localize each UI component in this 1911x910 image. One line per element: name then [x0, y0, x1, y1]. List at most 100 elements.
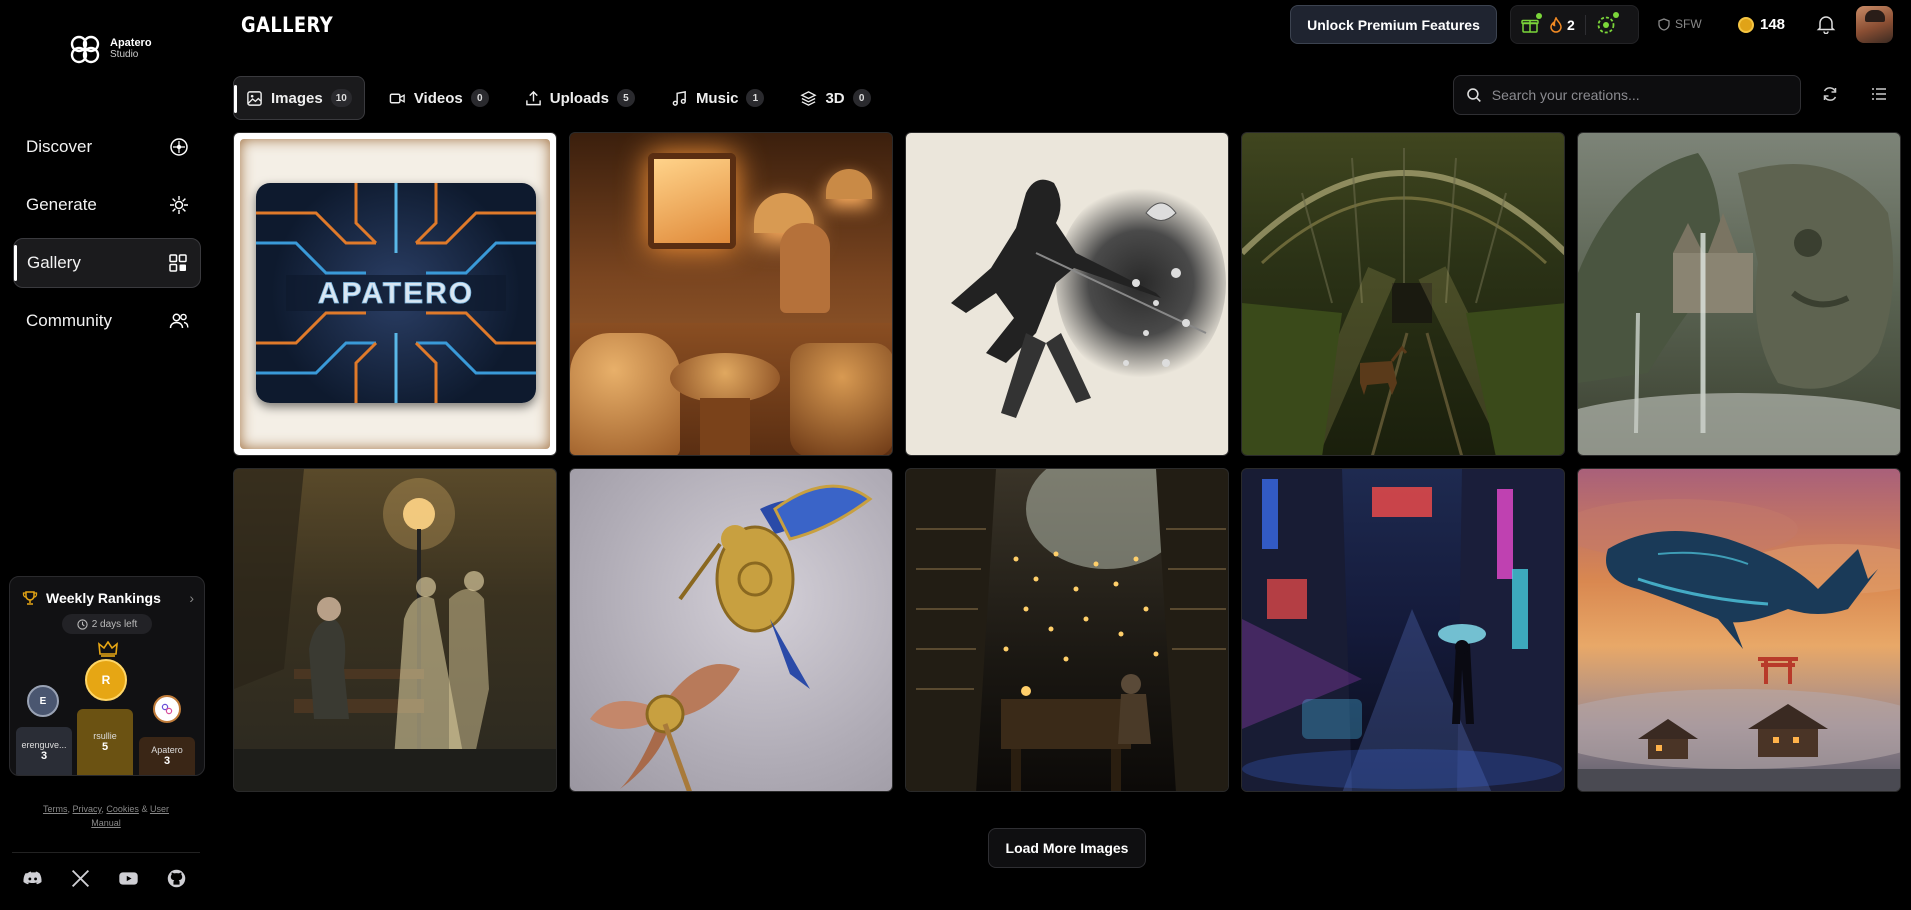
- tab-label: Music: [695, 89, 739, 107]
- streak-count: 2: [1567, 16, 1575, 33]
- media-tabs: Images 10 Videos 0 Uploads 5 Music 1 3D …: [233, 76, 895, 120]
- rankings-title: Weekly Rankings: [46, 590, 161, 606]
- sidebar-nav: Discover Generate Gallery Community: [13, 122, 201, 354]
- tab-label: 3D: [825, 89, 845, 107]
- bell-icon[interactable]: [1816, 14, 1836, 34]
- coin-icon: [1738, 16, 1754, 33]
- crown-icon: [98, 641, 118, 657]
- brand-sub: Studio: [110, 49, 139, 60]
- tab-images[interactable]: Images 10: [233, 76, 365, 120]
- status-cluster: 2: [1510, 5, 1639, 44]
- podium-third: Apatero 3: [139, 737, 195, 775]
- grid-icon: [169, 254, 187, 272]
- podium-name: rsullie: [93, 731, 117, 741]
- compass-icon: [170, 138, 188, 156]
- gallery-image[interactable]: [905, 132, 1229, 456]
- users-icon: [169, 313, 189, 329]
- cookies-link[interactable]: Cookies: [106, 804, 139, 814]
- gallery-image[interactable]: [1577, 468, 1901, 792]
- tab-count-badge: 5: [616, 89, 635, 107]
- gallery-image[interactable]: [1241, 468, 1565, 792]
- brand-name: Apatero: [110, 37, 152, 49]
- tab-videos[interactable]: Videos 0: [377, 76, 501, 120]
- legal-links: Terms, Privacy, Cookies & User Manual: [30, 802, 182, 830]
- discord-icon[interactable]: [22, 868, 43, 889]
- podium-first: rsullie 5: [77, 709, 133, 775]
- settings-gear-icon[interactable]: [1596, 11, 1619, 35]
- avatar[interactable]: E: [27, 685, 59, 717]
- shield-icon: [1658, 17, 1670, 31]
- podium-second: erenguve... 3: [16, 727, 72, 775]
- github-icon[interactable]: [166, 868, 187, 889]
- gift-icon[interactable]: [1521, 12, 1542, 34]
- gallery-image[interactable]: [1577, 132, 1901, 456]
- sfw-label: SFW: [1675, 17, 1702, 31]
- clock-icon: [77, 618, 88, 630]
- sidebar-item-label: Discover: [26, 137, 93, 156]
- sidebar-item-community[interactable]: Community: [13, 296, 201, 346]
- apatero-avatar-icon: [161, 703, 173, 715]
- image-icon: [247, 90, 262, 106]
- sidebar-item-label: Community: [26, 311, 112, 330]
- gallery-image[interactable]: [233, 468, 557, 792]
- days-left-text: 2 days left: [91, 618, 138, 630]
- divider: [12, 852, 200, 853]
- sfw-toggle[interactable]: SFW: [1658, 17, 1702, 31]
- refresh-icon[interactable]: [1821, 85, 1839, 103]
- rankings-podium: E erenguve... 3 R rsullie 5 Apatero 3: [10, 635, 204, 775]
- avatar[interactable]: R: [85, 659, 127, 701]
- search-icon: [1467, 88, 1481, 102]
- weekly-rankings-card[interactable]: Weekly Rankings › 2 days left E erenguve…: [9, 576, 205, 776]
- music-icon: [672, 90, 686, 106]
- podium-score: 5: [101, 741, 109, 753]
- terms-link[interactable]: Terms: [43, 804, 68, 814]
- layers-icon: [800, 90, 818, 106]
- user-avatar[interactable]: [1856, 6, 1893, 43]
- tab-label: Videos: [413, 89, 463, 107]
- sparkle-icon: [170, 196, 188, 214]
- x-twitter-icon[interactable]: [70, 868, 91, 889]
- sidebar-item-gallery[interactable]: Gallery: [13, 238, 201, 288]
- circuit-board-art: APATERO: [256, 183, 536, 403]
- privacy-link[interactable]: Privacy: [73, 804, 102, 814]
- upload-icon: [525, 90, 541, 105]
- gallery-image[interactable]: APATERO: [233, 132, 557, 456]
- search-input[interactable]: [1491, 87, 1788, 103]
- chevron-right-icon[interactable]: ›: [189, 590, 194, 606]
- flame-icon: [1550, 16, 1562, 33]
- brand-logo[interactable]: Apatero Studio: [68, 32, 152, 66]
- load-more-button[interactable]: Load More Images: [988, 828, 1146, 868]
- gallery-image[interactable]: [569, 468, 893, 792]
- credits-value: 148: [1760, 16, 1786, 33]
- tab-count-badge: 0: [470, 89, 489, 107]
- tab-count-badge: 10: [330, 89, 352, 107]
- gallery-image[interactable]: [569, 132, 893, 456]
- tab-label: Uploads: [549, 89, 609, 107]
- separator: ,: [67, 804, 71, 814]
- unlock-premium-button[interactable]: Unlock Premium Features: [1290, 5, 1497, 44]
- trophy-icon: [22, 591, 38, 605]
- avatar[interactable]: [153, 695, 181, 723]
- tab-label: Images: [271, 89, 323, 107]
- svg-text:APATERO: APATERO: [318, 277, 474, 310]
- streak-counter[interactable]: 2: [1549, 16, 1575, 33]
- tab-music[interactable]: Music 1: [659, 76, 777, 120]
- app-root: Apatero Studio Discover Generate Gallery…: [0, 0, 1911, 910]
- youtube-icon[interactable]: [118, 868, 139, 889]
- list-view-icon[interactable]: [1870, 85, 1888, 103]
- podium-score: 3: [163, 755, 171, 767]
- podium-name: erenguve...: [21, 740, 67, 750]
- sidebar-item-generate[interactable]: Generate: [13, 180, 201, 230]
- avatar-initial: E: [39, 695, 47, 707]
- gallery-image[interactable]: [1241, 132, 1565, 456]
- image-gallery-grid: APATERO: [233, 132, 1901, 792]
- search-bar: [1453, 75, 1801, 115]
- tab-count-badge: 1: [746, 89, 765, 107]
- tab-3d[interactable]: 3D 0: [788, 76, 882, 120]
- gallery-image[interactable]: [905, 468, 1229, 792]
- page-title: GALLERY: [241, 13, 334, 37]
- credits-balance[interactable]: 148: [1738, 16, 1785, 33]
- tab-uploads[interactable]: Uploads 5: [513, 76, 647, 120]
- sidebar-item-discover[interactable]: Discover: [13, 122, 201, 172]
- sidebar: Apatero Studio Discover Generate Gallery…: [0, 0, 212, 910]
